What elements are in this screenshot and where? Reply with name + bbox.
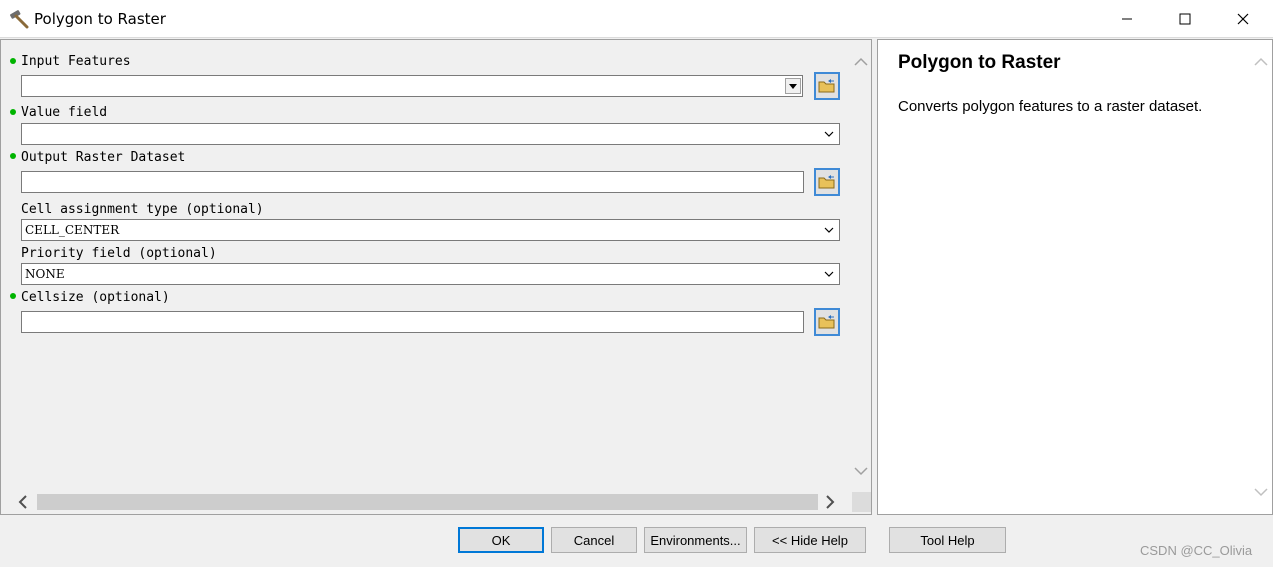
required-indicator <box>10 153 16 159</box>
input-features-combo[interactable] <box>21 75 803 97</box>
scrollbar-corner <box>852 492 871 512</box>
folder-open-icon <box>818 175 835 189</box>
required-indicator <box>10 58 16 64</box>
input-features-browse-button[interactable] <box>814 72 840 100</box>
chevron-right-icon[interactable] <box>822 493 838 511</box>
required-indicator <box>10 109 16 115</box>
window-title: Polygon to Raster <box>34 10 166 28</box>
triangle-down-icon <box>789 84 797 89</box>
environments-button[interactable]: Environments... <box>644 527 747 553</box>
cellsize-label: Cellsize (optional) <box>21 290 170 305</box>
close-icon <box>1237 13 1249 25</box>
parameters-panel: Input Features Value field Output Raster… <box>0 39 872 515</box>
priority-field-label: Priority field (optional) <box>21 246 217 261</box>
tool-help-button[interactable]: Tool Help <box>889 527 1006 553</box>
watermark: CSDN @CC_Olivia <box>1140 543 1253 558</box>
maximize-icon <box>1179 13 1191 25</box>
cellsize-input[interactable] <box>21 311 804 333</box>
chevron-up-icon[interactable] <box>1252 55 1270 69</box>
folder-open-icon <box>818 315 835 329</box>
horizontal-scrollbar[interactable] <box>1 492 852 512</box>
title-bar: Polygon to Raster <box>0 0 1273 38</box>
maximize-button[interactable] <box>1156 0 1214 38</box>
cancel-button[interactable]: Cancel <box>551 527 637 553</box>
chevron-up-icon[interactable] <box>852 55 870 69</box>
help-description: Converts polygon features to a raster da… <box>898 98 1203 115</box>
value-field-label: Value field <box>21 105 108 120</box>
hammer-icon <box>10 10 29 29</box>
input-features-label: Input Features <box>21 54 131 69</box>
cellsize-browse-button[interactable] <box>814 308 840 336</box>
cell-assignment-label: Cell assignment type (optional) <box>21 202 264 217</box>
help-title: Polygon to Raster <box>898 52 1061 73</box>
chevron-down-icon <box>824 227 834 233</box>
scrollbar-thumb[interactable] <box>37 494 818 510</box>
output-raster-label: Output Raster Dataset <box>21 150 186 165</box>
chevron-down-icon[interactable] <box>852 464 870 478</box>
chevron-down-icon[interactable] <box>1252 485 1270 499</box>
close-button[interactable] <box>1214 0 1272 38</box>
help-scrollbar[interactable] <box>1250 40 1272 514</box>
help-panel: Polygon to Raster Converts polygon featu… <box>877 39 1273 515</box>
output-raster-browse-button[interactable] <box>814 168 840 196</box>
dropdown-button[interactable] <box>785 78 801 94</box>
chevron-down-icon <box>824 131 834 137</box>
ok-button[interactable]: OK <box>458 527 544 553</box>
output-raster-input[interactable] <box>21 171 804 193</box>
minimize-button[interactable] <box>1098 0 1156 38</box>
folder-open-icon <box>818 79 835 93</box>
minimize-icon <box>1122 18 1132 20</box>
chevron-left-icon[interactable] <box>15 493 31 511</box>
hide-help-button[interactable]: << Hide Help <box>754 527 866 553</box>
required-indicator <box>10 293 16 299</box>
vertical-scrollbar[interactable] <box>852 40 871 488</box>
value-field-select[interactable] <box>21 123 840 145</box>
priority-field-select[interactable]: NONE <box>21 263 840 285</box>
cell-assignment-select[interactable]: CELL_CENTER <box>21 219 840 241</box>
chevron-down-icon <box>824 271 834 277</box>
